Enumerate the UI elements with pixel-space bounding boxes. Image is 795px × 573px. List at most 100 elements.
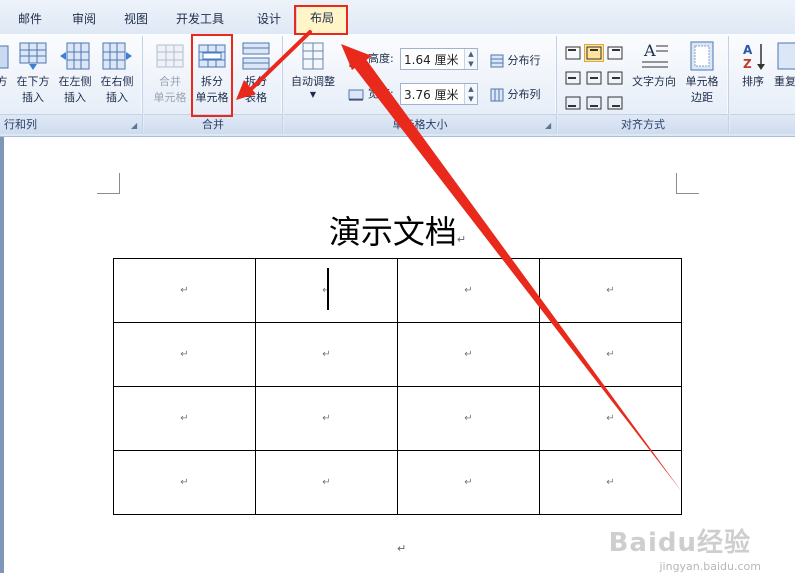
cell-paragraph-mark: ↵ [606, 413, 615, 424]
cell-paragraph-mark: ↵ [322, 349, 331, 360]
insert-column-right-icon [102, 42, 132, 70]
cell-paragraph-mark: ↵ [180, 349, 189, 360]
document-page[interactable]: 演示文档↵ ↵↵↵↵↵↵↵↵↵↵↵↵↵↵↵↵ ↵ Baidu经验 jingyan… [0, 137, 795, 573]
cell-margins-icon [690, 41, 714, 71]
group-alignment: A 文字方向 单元格 边距 对齐方式 [558, 36, 729, 134]
distribute-rows-button[interactable]: 分布行 [490, 52, 541, 70]
table-cell[interactable]: ↵ [397, 322, 540, 387]
watermark-logo: Baidu经验 [608, 528, 751, 558]
text-direction-button[interactable]: A 文字方向 [628, 40, 680, 90]
spin-arrows-icon[interactable]: ▲ ▼ [464, 84, 477, 104]
align-bottom-center-button[interactable] [584, 94, 604, 112]
cell-paragraph-mark: ↵ [180, 413, 189, 424]
table-cell[interactable]: ↵ [539, 450, 682, 515]
insert-above-button[interactable]: 方 [0, 40, 10, 90]
insert-above-icon [0, 45, 9, 69]
group-rows-and-columns: 方 在下方 插入 在左侧 插入 在右侧 插入 行和列 ◢ [0, 36, 143, 134]
tab-design[interactable]: 设计 [257, 8, 281, 30]
align-bottom-right-button[interactable] [605, 94, 625, 112]
dialog-launcher-icon[interactable]: ◢ [131, 122, 139, 130]
group-label-merge: 合并 [144, 114, 282, 134]
width-value[interactable]: 3.76 厘米 [404, 88, 459, 102]
distribute-rows-icon [490, 54, 504, 68]
repeat-header-icon [777, 42, 795, 70]
width-spinbox[interactable]: 3.76 厘米 ▲ ▼ [400, 83, 478, 105]
align-top-left-icon [565, 46, 581, 60]
table-row: ↵↵↵↵ [113, 322, 682, 387]
table-row: ↵↵↵↵ [113, 258, 682, 323]
cell-paragraph-mark: ↵ [322, 413, 331, 424]
table-cell[interactable]: ↵ [397, 386, 540, 451]
cell-paragraph-mark: ↵ [180, 285, 189, 296]
insert-below-button[interactable]: 在下方 插入 [12, 40, 54, 106]
ribbon: 方 在下方 插入 在左侧 插入 在右侧 插入 行和列 ◢ 合并 单元格 拆分 单… [0, 34, 795, 137]
tab-review[interactable]: 审阅 [72, 8, 96, 30]
svg-text:A: A [743, 43, 753, 57]
align-bottom-right-icon [607, 96, 623, 110]
column-width-icon [348, 89, 364, 101]
group-label-alignment: 对齐方式 [558, 114, 728, 134]
table-row: ↵ ↵ ↵ ↵ [113, 450, 682, 515]
align-middle-right-button[interactable] [605, 69, 625, 87]
align-middle-left-button[interactable] [563, 69, 583, 87]
tab-mail[interactable]: 邮件 [18, 8, 42, 30]
merge-cells-icon [156, 44, 184, 68]
cell-paragraph-mark: ↵ [464, 477, 473, 488]
insert-left-button[interactable]: 在左侧 插入 [54, 40, 96, 106]
table-cell[interactable]: ↵ [255, 386, 398, 451]
insert-column-left-icon [60, 42, 90, 70]
sort-button[interactable]: A Z 排序 [734, 40, 772, 90]
repeat-header-button[interactable]: 重复 [774, 40, 795, 90]
svg-text:A: A [643, 41, 656, 60]
cell-paragraph-mark: ↵ [464, 413, 473, 424]
group-label-cell-size: 单元格大小 [284, 114, 556, 134]
page-left-edge [0, 137, 4, 573]
row-height-icon [349, 52, 362, 68]
paragraph-mark: ↵ [397, 542, 407, 555]
spin-arrows-icon[interactable]: ▲ ▼ [464, 49, 477, 69]
align-top-center-button[interactable] [584, 44, 604, 62]
autofit-button[interactable]: 自动调整 ▼ [286, 40, 340, 100]
text-direction-icon: A [642, 41, 668, 68]
split-table-icon [242, 42, 270, 70]
height-spinbox[interactable]: 1.64 厘米 ▲ ▼ [400, 48, 478, 70]
table-cell[interactable]: ↵ [113, 386, 256, 451]
align-top-right-button[interactable] [605, 44, 625, 62]
height-value[interactable]: 1.64 厘米 [404, 53, 459, 67]
document-table[interactable]: ↵↵↵↵↵↵↵↵↵↵↵↵↵↵↵↵ [113, 258, 682, 515]
table-cell[interactable]: ↵ [539, 386, 682, 451]
tab-developer[interactable]: 开发工具 [176, 8, 224, 30]
distribute-columns-button[interactable]: 分布列 [490, 86, 541, 104]
table-cell[interactable]: ↵ [113, 322, 256, 387]
table-cell[interactable]: ↵ [397, 450, 540, 515]
insert-right-button[interactable]: 在右侧 插入 [96, 40, 138, 106]
table-cell[interactable]: ↵ [255, 322, 398, 387]
merge-cells-button[interactable]: 合并 单元格 [148, 40, 192, 106]
split-table-button[interactable]: 拆分 表格 [234, 40, 278, 106]
svg-text:Z: Z [743, 57, 752, 71]
autofit-icon [302, 42, 324, 70]
align-middle-center-button[interactable] [584, 69, 604, 87]
tab-view[interactable]: 视图 [124, 8, 148, 30]
cell-margins-button[interactable]: 单元格 边距 [680, 40, 724, 106]
highlight-split-cells [191, 34, 233, 117]
document-title[interactable]: 演示文档↵ [0, 207, 795, 253]
table-cell[interactable]: ↵ [397, 258, 540, 323]
table-cell[interactable]: ↵ [539, 322, 682, 387]
cell-paragraph-mark: ↵ [180, 477, 189, 488]
table-cell[interactable]: ↵ [255, 450, 398, 515]
crop-mark-top-right [676, 173, 699, 194]
align-bottom-center-icon [586, 96, 602, 110]
dialog-launcher-icon[interactable]: ◢ [545, 122, 553, 130]
table-cell[interactable]: ↵ [113, 450, 256, 515]
group-cell-size: 自动调整 ▼ 高度: 1.64 厘米 ▲ ▼ 宽度: 3.76 厘米 ▲ ▼ 分布行 [284, 36, 557, 134]
align-top-right-icon [607, 46, 623, 60]
group-label-rows-columns: 行和列 [0, 114, 142, 134]
align-bottom-left-button[interactable] [563, 94, 583, 112]
align-bottom-left-icon [565, 96, 581, 110]
table-cell[interactable]: ↵ [113, 258, 256, 323]
table-cell[interactable]: ↵ [539, 258, 682, 323]
cell-paragraph-mark: ↵ [464, 285, 473, 296]
dropdown-arrow-icon: ▼ [309, 90, 317, 99]
align-top-left-button[interactable] [563, 44, 583, 62]
